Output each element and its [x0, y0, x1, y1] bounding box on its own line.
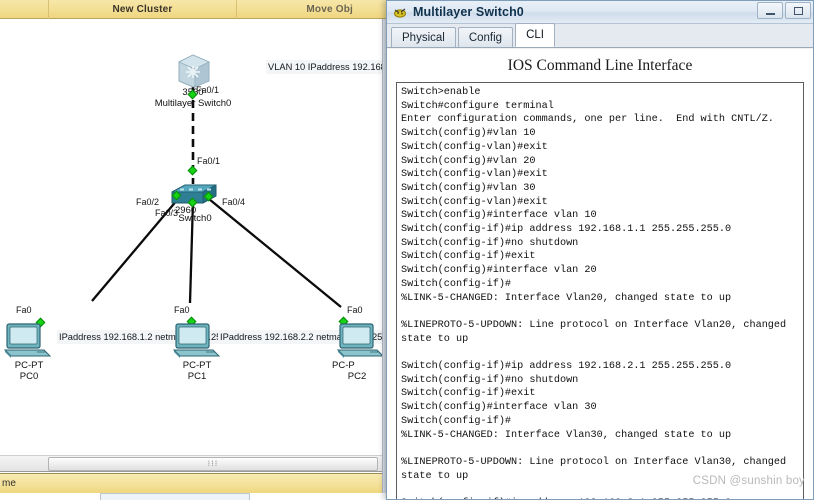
maximize-icon: [793, 6, 803, 15]
switch0-name-label: Switch0: [178, 213, 212, 224]
workspace-horizontal-scrollbar[interactable]: ⁝⁝⁝: [0, 455, 382, 472]
scrollbar-grip-icon: ⁝⁝⁝: [207, 459, 219, 468]
cli-console-frame[interactable]: Switch>enable Switch#configure terminal …: [396, 82, 804, 499]
bottom-panel-tab[interactable]: [100, 493, 250, 500]
minimize-button[interactable]: [757, 2, 783, 19]
packet-tracer-workspace: New Cluster Move Obj Multilayer Switch0 …: [0, 0, 390, 500]
cli-console-output[interactable]: Switch>enable Switch#configure terminal …: [397, 83, 803, 499]
minimize-icon: [765, 12, 775, 15]
screenshot-root: New Cluster Move Obj Multilayer Switch0 …: [0, 0, 814, 500]
note-vlan-addressing: VLAN 10 IPaddress 192.168.1.1 netmask 25…: [266, 60, 390, 75]
device-window-titlebar[interactable]: Multilayer Switch0: [387, 1, 813, 24]
pc1-fa0-label: Fa0: [174, 305, 190, 315]
device-window-title: Multilayer Switch0: [413, 5, 524, 19]
pc-icon: [3, 323, 52, 358]
device-pc0[interactable]: [3, 322, 54, 360]
device-tab-bar: Physical Config CLI: [387, 23, 813, 48]
maximize-button[interactable]: [785, 2, 811, 19]
tab-cli[interactable]: CLI: [515, 23, 555, 47]
device-multilayer-switch0[interactable]: [173, 52, 213, 88]
tab-physical[interactable]: Physical: [391, 27, 456, 47]
pc-icon: [172, 323, 221, 358]
link-status-led-sw-top: [187, 165, 198, 176]
tab-config-label: Config: [468, 31, 503, 44]
new-cluster-button[interactable]: New Cluster: [49, 0, 236, 19]
workspace-toolbar: New Cluster Move Obj: [0, 0, 390, 19]
switch0-fa02-label: Fa0/2: [136, 197, 160, 207]
workspace-bottom-bar: me: [0, 473, 382, 493]
multilayer-switch-fa01-label: Fa0/1: [196, 85, 220, 95]
bottom-bar-label: me: [2, 478, 16, 489]
pc1-model-label: PC-PT: [182, 360, 212, 371]
tab-config[interactable]: Config: [457, 27, 514, 47]
pc-icon: [336, 323, 385, 358]
device-window: Multilayer Switch0 Physical Config CLI I…: [386, 0, 814, 500]
pc1-name-label: PC1: [187, 371, 207, 382]
window-controls: [757, 2, 811, 19]
pc0-fa0-label: Fa0: [16, 305, 32, 315]
cli-panel: IOS Command Line Interface Switch>enable…: [387, 49, 813, 499]
pc2-name-label: PC2: [347, 371, 367, 382]
tab-physical-label: Physical: [402, 31, 445, 44]
multilayer-switch-icon: [178, 54, 210, 88]
switch0-fa04-label: Fa0/4: [222, 197, 246, 207]
device-pc2[interactable]: [336, 322, 387, 360]
switch0-fa01-label: Fa0/1: [197, 156, 221, 166]
scrollbar-thumb[interactable]: ⁝⁝⁝: [48, 457, 378, 471]
packet-tracer-device-icon: [393, 5, 407, 19]
device-pc1[interactable]: [172, 322, 223, 360]
toolbar-left-spacer: [0, 0, 48, 19]
multilayer-switch-name-label: Multilayer Switch0: [154, 98, 232, 109]
cli-heading: IOS Command Line Interface: [507, 57, 693, 74]
pc2-fa0-label: Fa0: [347, 305, 363, 315]
tab-cli-label: CLI: [526, 29, 544, 41]
pc0-model-label: PC-PT: [14, 360, 44, 371]
move-object-button[interactable]: Move Obj: [237, 0, 357, 19]
link-sw-to-pc2: [208, 198, 342, 308]
topology-canvas[interactable]: 3560 Multilayer Switch0 Fa0/1 VLAN 10 IP…: [0, 19, 390, 455]
pc0-name-label: PC0: [19, 371, 39, 382]
